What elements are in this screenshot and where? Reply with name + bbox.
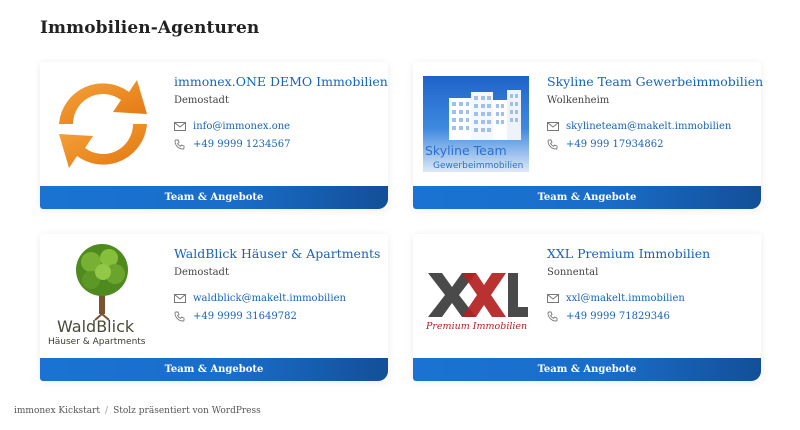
phone-row[interactable]: +49 9999 31649782	[174, 310, 380, 323]
email-link[interactable]: xxl@makelt.immobilien	[566, 292, 685, 305]
phone-link[interactable]: +49 9999 71829346	[566, 310, 670, 323]
agency-card: immonex.ONE DEMO Immobilien Demostadt in…	[40, 62, 388, 209]
agency-logo[interactable]	[47, 70, 159, 178]
footer-credit-link[interactable]: Stolz präsentiert von WordPress	[113, 406, 261, 416]
phone-row[interactable]: +49 999 17934862	[547, 138, 753, 151]
agency-name-link[interactable]: immonex.ONE DEMO Immobilien	[174, 74, 388, 90]
team-offers-button[interactable]: Team & Angebote	[40, 186, 388, 209]
envelope-icon	[174, 121, 187, 132]
agency-card: WaldBlick Häuser & Apartments WaldBlick …	[40, 234, 388, 381]
footer-separator: /	[105, 406, 109, 416]
agency-name-link[interactable]: XXL Premium Immobilien	[547, 246, 753, 262]
svg-text:Skyline Team: Skyline Team	[425, 143, 507, 158]
phone-link[interactable]: +49 9999 31649782	[193, 310, 297, 323]
agency-city: Wolkenheim	[547, 95, 610, 106]
team-offers-button[interactable]: Team & Angebote	[413, 186, 761, 209]
svg-text:Premium Immobilien: Premium Immobilien	[425, 321, 527, 331]
page-title: Immobilien-Agenturen	[40, 18, 260, 38]
envelope-icon	[547, 121, 560, 132]
email-row[interactable]: xxl@makelt.immobilien	[547, 292, 753, 305]
phone-icon	[547, 311, 560, 322]
agency-city: Demostadt	[174, 95, 229, 106]
agency-card: Premium Immobilien XXL Premium Immobilie…	[413, 234, 761, 381]
phone-row[interactable]: +49 9999 71829346	[547, 310, 753, 323]
footer-site-link[interactable]: immonex Kickstart	[14, 406, 100, 416]
phone-link[interactable]: +49 9999 1234567	[193, 138, 290, 151]
team-offers-button[interactable]: Team & Angebote	[40, 358, 388, 381]
email-row[interactable]: waldblick@makelt.immobilien	[174, 292, 380, 305]
email-row[interactable]: info@immonex.one	[174, 120, 380, 133]
email-link[interactable]: info@immonex.one	[193, 120, 290, 133]
email-row[interactable]: skylineteam@makelt.immobilien	[547, 120, 753, 133]
envelope-icon	[174, 293, 187, 304]
agency-city: Sonnental	[547, 267, 599, 278]
svg-text:WaldBlick: WaldBlick	[57, 317, 135, 336]
agency-name-link[interactable]: Skyline Team Gewerbeimmobilien	[547, 74, 763, 90]
svg-text:Häuser & Apartments: Häuser & Apartments	[48, 337, 146, 347]
phone-icon	[174, 139, 187, 150]
email-link[interactable]: waldblick@makelt.immobilien	[193, 292, 346, 305]
xxl-logo: Premium Immobilien	[425, 273, 528, 331]
agency-card: Skyline Team Gewerbeimmobilien Skyline T…	[413, 62, 763, 209]
footer: immonex Kickstart / Stolz präsentiert vo…	[14, 406, 261, 416]
svg-text:Gewerbeimmobilien: Gewerbeimmobilien	[433, 161, 523, 171]
waldblick-tree-logo: WaldBlick Häuser & Apartments	[48, 244, 146, 347]
phone-row[interactable]: +49 9999 1234567	[174, 138, 380, 151]
phone-icon	[174, 311, 187, 322]
phone-link[interactable]: +49 999 17934862	[566, 138, 663, 151]
skyline-logo: Skyline Team Gewerbeimmobilien	[423, 76, 529, 172]
agency-name-link[interactable]: WaldBlick Häuser & Apartments	[174, 246, 380, 262]
agency-logo[interactable]: Skyline Team Gewerbeimmobilien	[420, 70, 532, 178]
team-offers-button[interactable]: Team & Angebote	[413, 358, 761, 381]
agency-logo[interactable]: Premium Immobilien	[420, 242, 532, 350]
envelope-icon	[547, 293, 560, 304]
phone-icon	[547, 139, 560, 150]
agency-city: Demostadt	[174, 267, 229, 278]
agency-logo[interactable]: WaldBlick Häuser & Apartments	[47, 242, 159, 350]
orange-sync-arrows-icon	[59, 80, 147, 168]
email-link[interactable]: skylineteam@makelt.immobilien	[566, 120, 731, 133]
